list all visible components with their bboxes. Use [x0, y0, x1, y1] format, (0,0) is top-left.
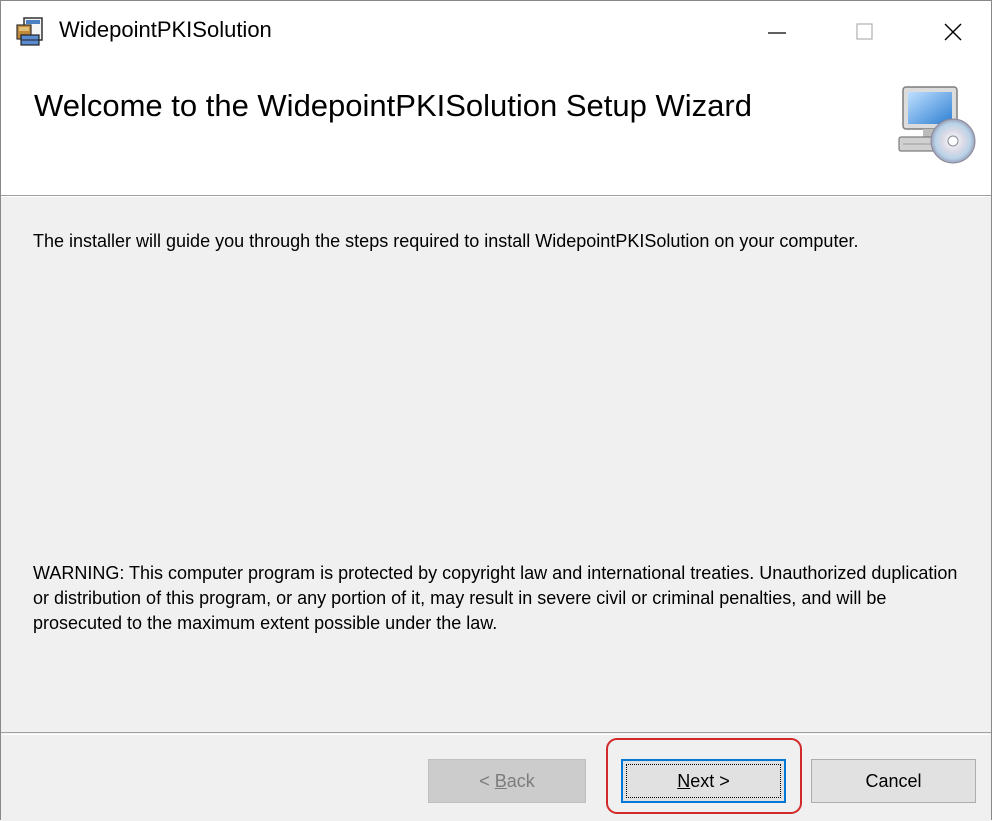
back-button-prefix: < — [479, 770, 495, 791]
back-button-mnemonic: B — [494, 770, 507, 791]
minimize-icon — [768, 32, 786, 34]
window-title: WidepointPKISolution — [59, 17, 272, 42]
back-button[interactable]: < Back — [428, 759, 586, 803]
title-bar[interactable]: WidepointPKISolution — [1, 1, 991, 63]
wizard-banner: Welcome to the WidepointPKISolution Setu… — [1, 63, 991, 196]
maximize-icon — [856, 23, 873, 40]
copyright-warning-text: WARNING: This computer program is protec… — [33, 563, 958, 633]
cancel-button-label: Cancel — [865, 770, 922, 791]
next-button[interactable]: Next > — [621, 759, 786, 803]
wizard-title: Welcome to the WidepointPKISolution Setu… — [34, 88, 752, 123]
footer-divider — [1, 734, 991, 735]
back-button-label: ack — [506, 770, 535, 791]
intro-text: The installer will guide you through the… — [33, 231, 859, 251]
cancel-button[interactable]: Cancel — [811, 759, 976, 803]
installer-package-icon — [15, 17, 45, 47]
computer-cd-icon — [897, 83, 977, 169]
maximize-button[interactable] — [827, 1, 903, 63]
wizard-content: The installer will guide you through the… — [1, 197, 991, 732]
next-button-label: ext > — [690, 770, 730, 791]
close-icon — [944, 23, 962, 41]
wizard-footer: < Back Next > Cancel — [1, 732, 991, 821]
next-button-mnemonic: N — [677, 770, 691, 791]
close-button[interactable] — [915, 1, 991, 63]
minimize-button[interactable] — [739, 1, 815, 63]
installer-window: WidepointPKISolution Welcome to the Wide… — [0, 0, 992, 821]
